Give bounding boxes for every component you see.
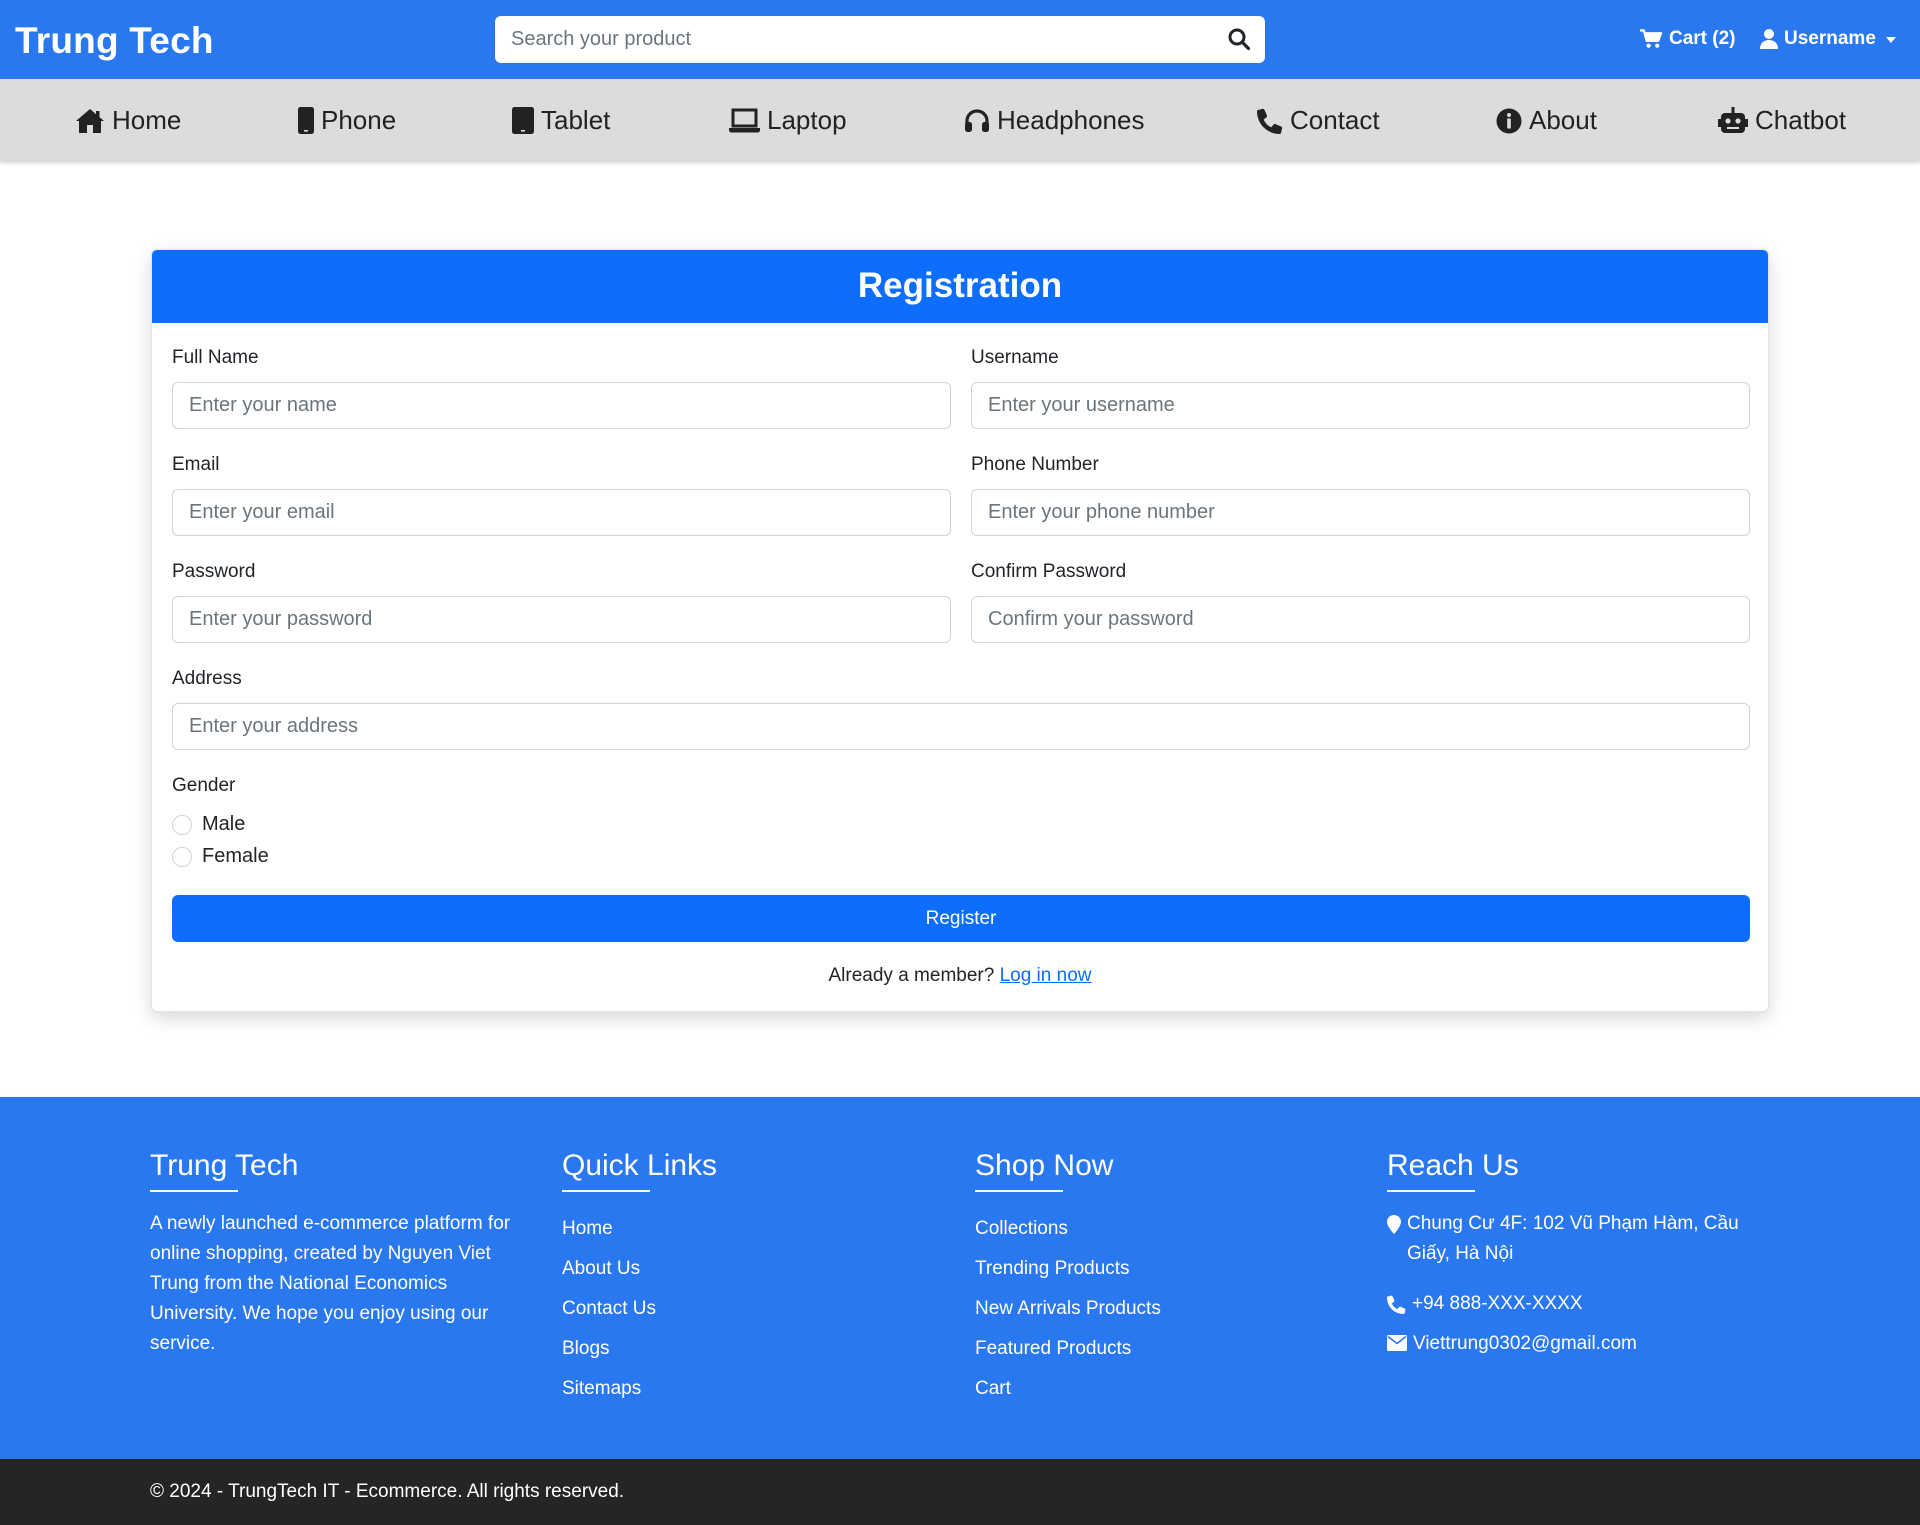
nav-item-chatbot[interactable]: Chatbot [1718, 79, 1846, 162]
cart-icon [1640, 29, 1663, 48]
user-dropdown[interactable]: Username [1760, 28, 1896, 50]
address-label: Address [172, 668, 242, 689]
search-bar [495, 16, 1265, 63]
address-field[interactable] [172, 703, 1750, 750]
password-field[interactable] [172, 596, 951, 643]
phone-number-label: Phone Number [971, 454, 1099, 475]
nav-item-label: Headphones [997, 105, 1145, 135]
confirm-password-field[interactable] [971, 596, 1750, 643]
title-underline [150, 1190, 238, 1192]
copyright-bar: © 2024 - TrungTech IT - Ecommerce. All r… [0, 1459, 1920, 1525]
cart-label: Cart (2) [1669, 28, 1736, 49]
nav-item-tablet[interactable]: Tablet [512, 79, 610, 162]
footer-link-home[interactable]: Home [562, 1209, 717, 1249]
email-text: Viettrung0302@gmail.com [1413, 1333, 1637, 1354]
nav-item-label: About [1529, 105, 1597, 135]
address-text: Chung Cư 4F: 102 Vũ Phạm Hàm, Cầu Giấy, … [1407, 1213, 1739, 1264]
login-prompt-text: Already a member? [828, 965, 995, 986]
nav-item-laptop[interactable]: Laptop [729, 79, 847, 162]
email-field[interactable] [172, 489, 951, 536]
copyright-text: © 2024 - TrungTech IT - Ecommerce. All r… [150, 1481, 625, 1502]
user-icon [1760, 29, 1778, 49]
site-footer: Trung Tech A newly launched e-commerce p… [0, 1097, 1920, 1459]
nav-item-label: Tablet [541, 105, 611, 135]
footer-link-featured-products[interactable]: Featured Products [975, 1329, 1161, 1369]
nav-item-home[interactable]: Home [75, 79, 181, 162]
robot-icon [1718, 107, 1748, 133]
nav-item-label: Chatbot [1755, 105, 1847, 135]
search-input[interactable] [495, 16, 1195, 63]
laptop-icon [729, 108, 760, 132]
footer-about-title: Trung Tech [150, 1149, 299, 1182]
phone-number-field[interactable] [971, 489, 1750, 536]
telephone-icon [1257, 108, 1283, 134]
tablet-icon [512, 107, 534, 134]
nav-item-about[interactable]: About [1496, 79, 1597, 162]
password-label: Password [172, 561, 256, 582]
footer-reach-us: Reach Us Chung Cư 4F: 102 Vũ Phạm Hàm, C… [1387, 1149, 1767, 1359]
registration-card: Registration Full Name Username Email Ph… [151, 249, 1769, 1012]
title-underline [562, 1190, 650, 1192]
footer-about-text: A newly launched e-commerce platform for… [150, 1213, 511, 1354]
footer-email: Viettrung0302@gmail.com [1387, 1329, 1767, 1359]
footer-address: Chung Cư 4F: 102 Vũ Phạm Hàm, Cầu Giấy, … [1387, 1209, 1767, 1269]
reach-us-title: Reach Us [1387, 1149, 1519, 1182]
footer-link-new-arrivals[interactable]: New Arrivals Products [975, 1289, 1161, 1329]
gender-option-female[interactable]: Female [172, 845, 269, 868]
envelope-icon [1387, 1335, 1407, 1351]
telephone-icon [1387, 1295, 1406, 1314]
female-radio[interactable] [172, 846, 192, 867]
registration-title: Registration [152, 250, 1768, 323]
top-header: Trung Tech Cart (2) Username [0, 0, 1920, 79]
username-label: Username [1784, 28, 1876, 49]
full-name-label: Full Name [172, 347, 259, 368]
title-underline [1387, 1190, 1475, 1192]
footer-link-trending-products[interactable]: Trending Products [975, 1249, 1161, 1289]
full-name-field[interactable] [172, 382, 951, 429]
title-underline [975, 1190, 1063, 1192]
home-icon [76, 108, 104, 133]
category-nav: Home Phone Tablet Laptop Headphones Cont… [0, 79, 1920, 162]
chevron-down-icon [1885, 37, 1896, 43]
username-field[interactable] [971, 382, 1750, 429]
confirm-password-label: Confirm Password [971, 561, 1127, 582]
male-radio[interactable] [172, 814, 192, 835]
phone-icon [298, 107, 314, 134]
footer-phone: +94 888-XXX-XXXX [1387, 1289, 1767, 1319]
quick-links-title: Quick Links [562, 1149, 718, 1182]
login-link[interactable]: Log in now [1000, 965, 1092, 986]
nav-item-label: Phone [321, 105, 397, 135]
login-prompt: Already a member? Log in now [152, 965, 1768, 987]
footer-link-collections[interactable]: Collections [975, 1209, 1161, 1249]
footer-link-contact-us[interactable]: Contact Us [562, 1289, 717, 1329]
gender-option-male[interactable]: Male [172, 813, 245, 836]
search-icon[interactable] [1227, 27, 1251, 51]
nav-item-phone[interactable]: Phone [298, 79, 396, 162]
map-marker-icon [1387, 1215, 1401, 1234]
cart-link[interactable]: Cart (2) [1640, 28, 1736, 50]
brand-logo[interactable]: Trung Tech [15, 20, 214, 62]
nav-item-label: Home [112, 105, 182, 135]
footer-quick-links: Quick Links Home About Us Contact Us Blo… [562, 1149, 717, 1409]
nav-item-label: Laptop [767, 105, 847, 135]
nav-item-label: Contact [1290, 105, 1380, 135]
phone-text: +94 888-XXX-XXXX [1412, 1293, 1583, 1314]
nav-item-headphones[interactable]: Headphones [964, 79, 1144, 162]
register-button[interactable]: Register [172, 895, 1750, 942]
footer-link-blogs[interactable]: Blogs [562, 1329, 717, 1369]
info-icon [1496, 108, 1522, 133]
footer-link-cart[interactable]: Cart [975, 1369, 1161, 1409]
email-label: Email [172, 454, 220, 475]
footer-shop-now: Shop Now Collections Trending Products N… [975, 1149, 1161, 1409]
male-label: Male [202, 813, 246, 835]
footer-link-about-us[interactable]: About Us [562, 1249, 717, 1289]
gender-label: Gender [172, 775, 236, 796]
username-label: Username [971, 347, 1059, 368]
footer-link-sitemaps[interactable]: Sitemaps [562, 1369, 717, 1409]
headphones-icon [965, 108, 989, 132]
footer-about: Trung Tech A newly launched e-commerce p… [150, 1149, 525, 1359]
female-label: Female [202, 845, 269, 867]
shop-now-title: Shop Now [975, 1149, 1114, 1182]
nav-item-contact[interactable]: Contact [1257, 79, 1380, 162]
